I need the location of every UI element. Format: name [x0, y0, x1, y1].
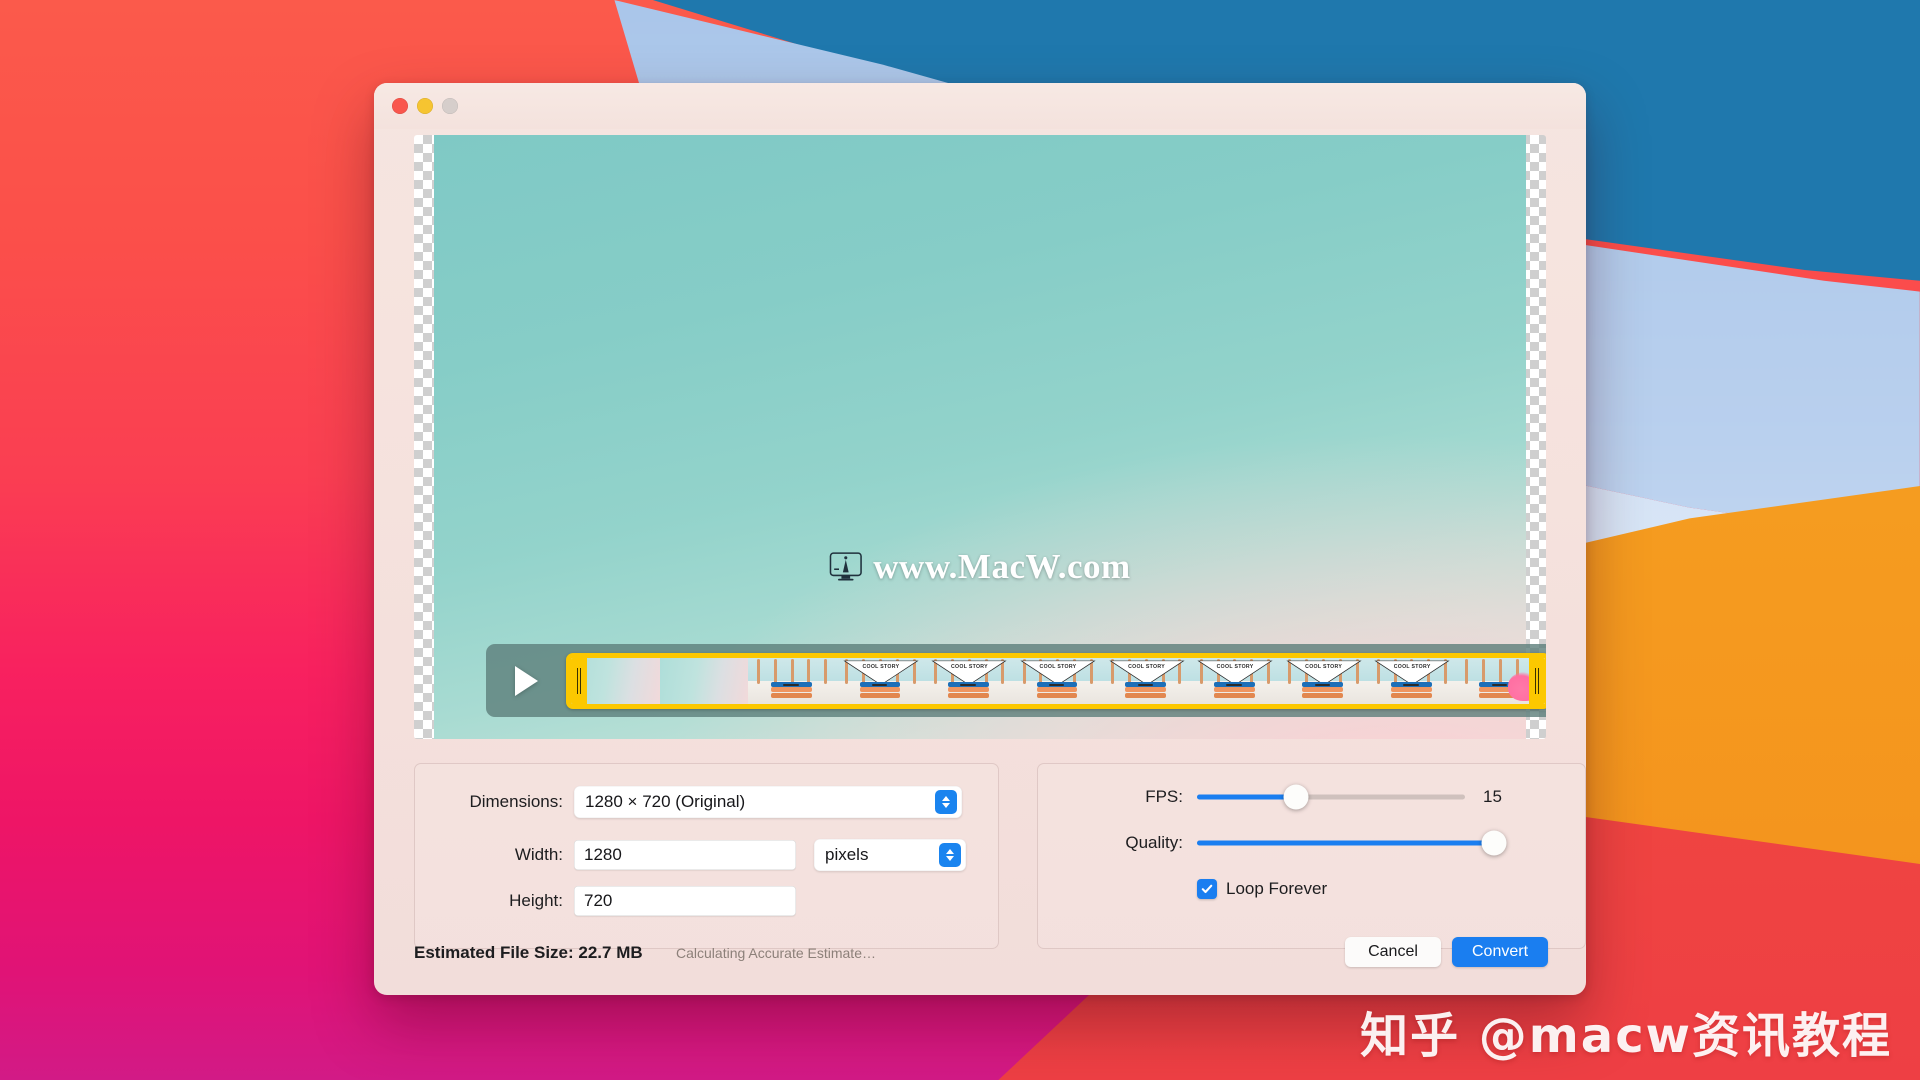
window-footer: Estimated File Size: 22.7 MB Calculating… [374, 929, 1586, 995]
video-preview-canvas[interactable]: www.MacW.com COOL STORY COOL STORY COOL ST… [434, 135, 1546, 739]
width-row: Width: 1280 pixels [415, 839, 998, 871]
quality-slider-knob[interactable] [1481, 830, 1507, 856]
quality-label: Quality: [1125, 833, 1183, 852]
zhihu-watermark: 知乎 @macw资讯教程 [1360, 1008, 1892, 1064]
checkmark-icon [1201, 884, 1213, 894]
stepper-chevrons-icon[interactable] [939, 843, 961, 867]
timeline-bar: COOL STORY COOL STORY COOL STORY COOL STORY… [486, 644, 1546, 717]
filmstrip-frame: COOL STORY [925, 657, 1014, 704]
filmstrip-frame: COOL STORY [1190, 657, 1280, 704]
dimensions-select[interactable]: 1280 × 720 (Original) [574, 786, 962, 818]
play-button[interactable] [486, 665, 566, 696]
width-input-value: 1280 [584, 845, 622, 864]
filmstrip-frames: COOL STORY COOL STORY COOL STORY COOL STORY… [571, 657, 1545, 704]
units-select[interactable]: pixels [814, 839, 966, 871]
gif-converter-window: www.MacW.com COOL STORY COOL STORY COOL ST… [374, 83, 1586, 995]
macw-watermark: www.MacW.com [829, 547, 1130, 587]
filmstrip-frame: COOL STORY [1367, 657, 1457, 704]
estimated-file-size: Estimated File Size: 22.7 MB [414, 943, 643, 962]
quality-slider[interactable] [1197, 830, 1507, 856]
filmstrip-frame [748, 657, 837, 704]
height-input[interactable]: 720 [574, 886, 796, 916]
filmstrip-frame: COOL STORY [1102, 657, 1191, 704]
loop-forever-checkbox[interactable] [1197, 879, 1217, 899]
fps-label: FPS: [1145, 787, 1183, 806]
height-input-value: 720 [584, 891, 613, 910]
dimensions-panel: Dimensions: 1280 × 720 (Original) Width:… [414, 763, 999, 949]
loop-forever-label: Loop Forever [1226, 879, 1328, 898]
dimensions-label: Dimensions: [469, 792, 563, 811]
imac-monitor-icon [829, 552, 862, 581]
footer-buttons: Cancel Convert [1345, 937, 1548, 967]
width-label: Width: [514, 845, 563, 864]
filmstrip-frame [659, 657, 749, 704]
filmstrip-frame: COOL STORY [1013, 657, 1103, 704]
fps-row: FPS: 15 [1038, 784, 1585, 810]
stepper-chevrons-icon[interactable] [935, 790, 957, 814]
fps-slider-fill [1197, 794, 1297, 800]
trim-handle-right[interactable] [1529, 657, 1545, 704]
width-input[interactable]: 1280 [574, 840, 796, 870]
quality-slider-fill [1197, 840, 1494, 846]
zoom-button [442, 98, 458, 114]
filmstrip-frame: COOL STORY [1279, 657, 1368, 704]
dimensions-row: Dimensions: 1280 × 720 (Original) [415, 786, 998, 818]
height-row: Height: 720 [415, 886, 998, 916]
loop-row: Loop Forever [1197, 879, 1327, 899]
filmstrip-frame: COOL STORY [836, 657, 926, 704]
grip-lines-icon [577, 667, 581, 694]
convert-button[interactable]: Convert [1452, 937, 1548, 967]
minimize-button[interactable] [417, 98, 433, 114]
quality-row: Quality: [1038, 830, 1585, 856]
fps-slider[interactable] [1197, 784, 1465, 810]
output-settings-panel: FPS: 15 Quality: Loop Forever [1037, 763, 1586, 949]
close-button[interactable] [392, 98, 408, 114]
options-panels: Dimensions: 1280 × 720 (Original) Width:… [414, 763, 1586, 949]
trim-handle-left[interactable] [571, 657, 587, 704]
video-preview-area: www.MacW.com COOL STORY COOL STORY COOL ST… [414, 135, 1546, 739]
window-titlebar[interactable] [374, 83, 1586, 129]
fps-value: 15 [1483, 787, 1502, 806]
dimensions-select-value: 1280 × 720 (Original) [585, 792, 746, 811]
filmstrip-selection[interactable]: COOL STORY COOL STORY COOL STORY COOL STORY… [566, 652, 1546, 709]
estimate-status: Calculating Accurate Estimate… [676, 945, 876, 961]
grip-lines-icon [1535, 667, 1539, 694]
height-label: Height: [509, 891, 563, 910]
play-triangle-icon [514, 665, 538, 696]
fps-slider-knob[interactable] [1283, 784, 1309, 810]
macw-watermark-text: www.MacW.com [873, 547, 1131, 586]
units-select-value: pixels [825, 845, 869, 864]
cancel-button[interactable]: Cancel [1345, 937, 1441, 967]
desktop-background: www.MacW.com COOL STORY COOL STORY COOL ST… [0, 0, 1920, 1080]
